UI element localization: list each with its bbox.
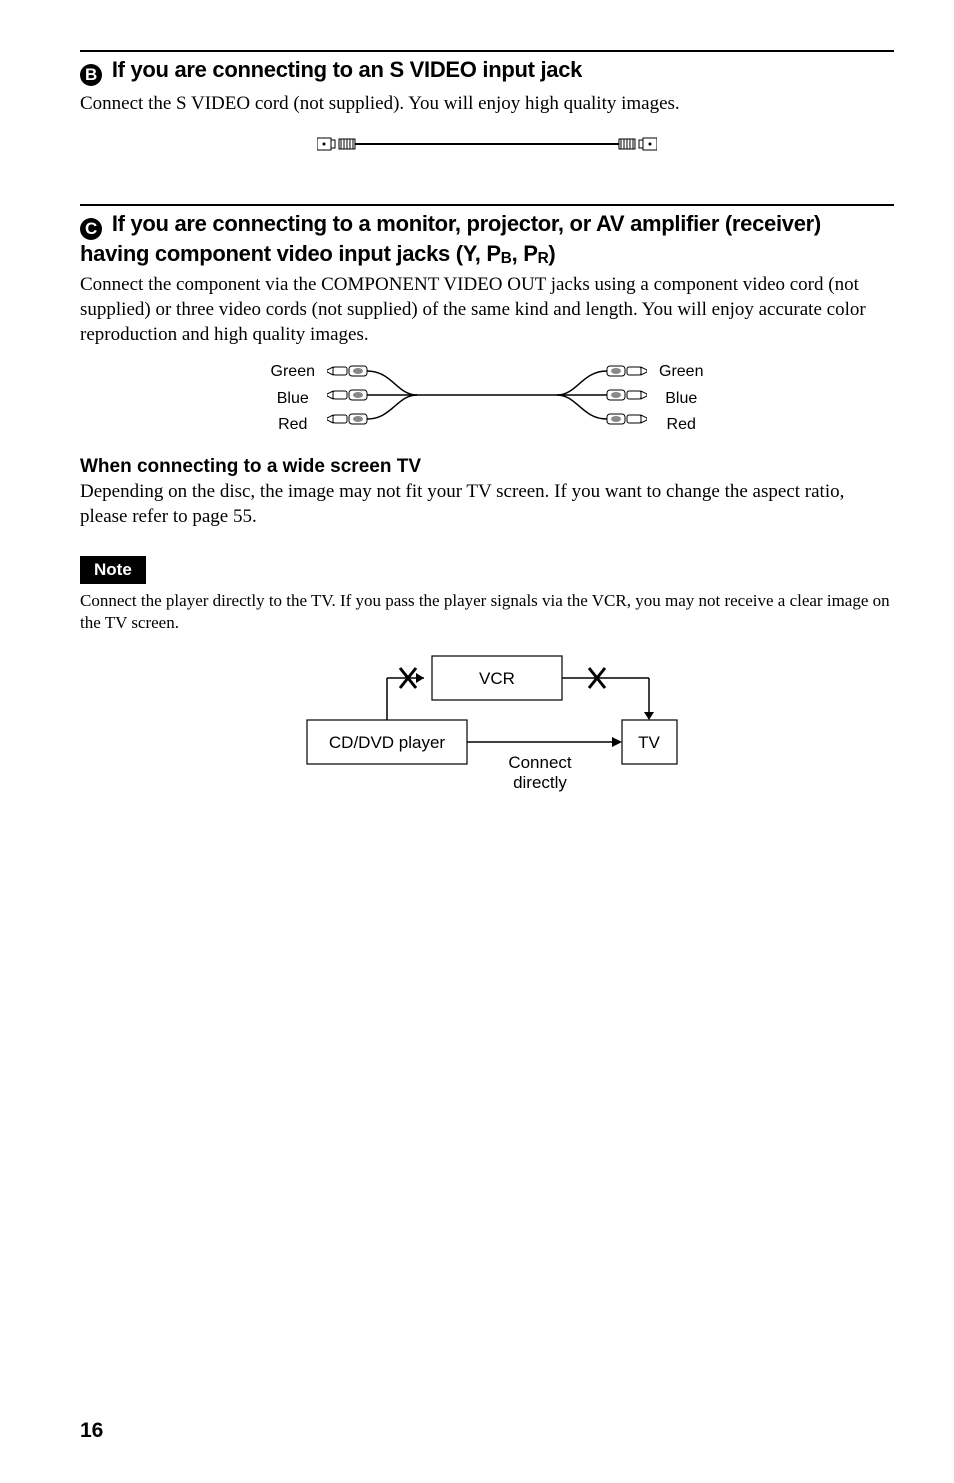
letter-c-icon: C <box>80 218 102 240</box>
flow-connect-1: Connect <box>508 753 572 772</box>
component-cord-diagram: Green <box>80 359 894 438</box>
flow-vcr-label: VCR <box>479 669 515 688</box>
widescreen-body: Depending on the disc, the image may not… <box>80 480 894 529</box>
flow-tv-label: TV <box>638 733 660 752</box>
section-c-title-line2c: ) <box>548 241 555 266</box>
letter-b-icon: B <box>80 64 102 86</box>
page-number: 16 <box>80 1419 103 1443</box>
label-green-left: Green <box>265 359 321 385</box>
label-red-left: Red <box>265 412 321 438</box>
label-blue-right: Blue <box>653 386 709 412</box>
section-b-title: If you are connecting to an S VIDEO inpu… <box>112 57 582 82</box>
flow-connect-2: directly <box>513 773 567 792</box>
section-c-heading: C If you are connecting to a monitor, pr… <box>80 210 894 268</box>
widescreen-heading: When connecting to a wide screen TV <box>80 456 894 478</box>
label-blue-left: Blue <box>265 386 321 412</box>
section-c-title-line1: If you are connecting to a monitor, proj… <box>112 211 821 236</box>
label-red-right: Red <box>653 412 709 438</box>
section-c-title-line2a: having component video input jacks (Y, P <box>80 241 501 266</box>
label-green-right: Green <box>653 359 709 385</box>
section-c-sub-b: B <box>501 250 512 267</box>
note-label: Note <box>80 556 146 584</box>
note-body: Connect the player directly to the TV. I… <box>80 590 894 634</box>
section-c-body: Connect the component via the COMPONENT … <box>80 273 894 347</box>
section-c-title-line2b: , P <box>512 241 538 266</box>
section-b-heading: B If you are connecting to an S VIDEO in… <box>80 56 894 86</box>
component-cables-icon <box>327 360 647 432</box>
svideo-cord-diagram <box>80 129 894 164</box>
section-b-body: Connect the S VIDEO cord (not supplied).… <box>80 92 894 117</box>
connection-flow-diagram: VCR CD/DVD player TV Connect directly <box>80 646 894 821</box>
flow-player-label: CD/DVD player <box>329 733 446 752</box>
section-c-sub-r: R <box>538 250 549 267</box>
